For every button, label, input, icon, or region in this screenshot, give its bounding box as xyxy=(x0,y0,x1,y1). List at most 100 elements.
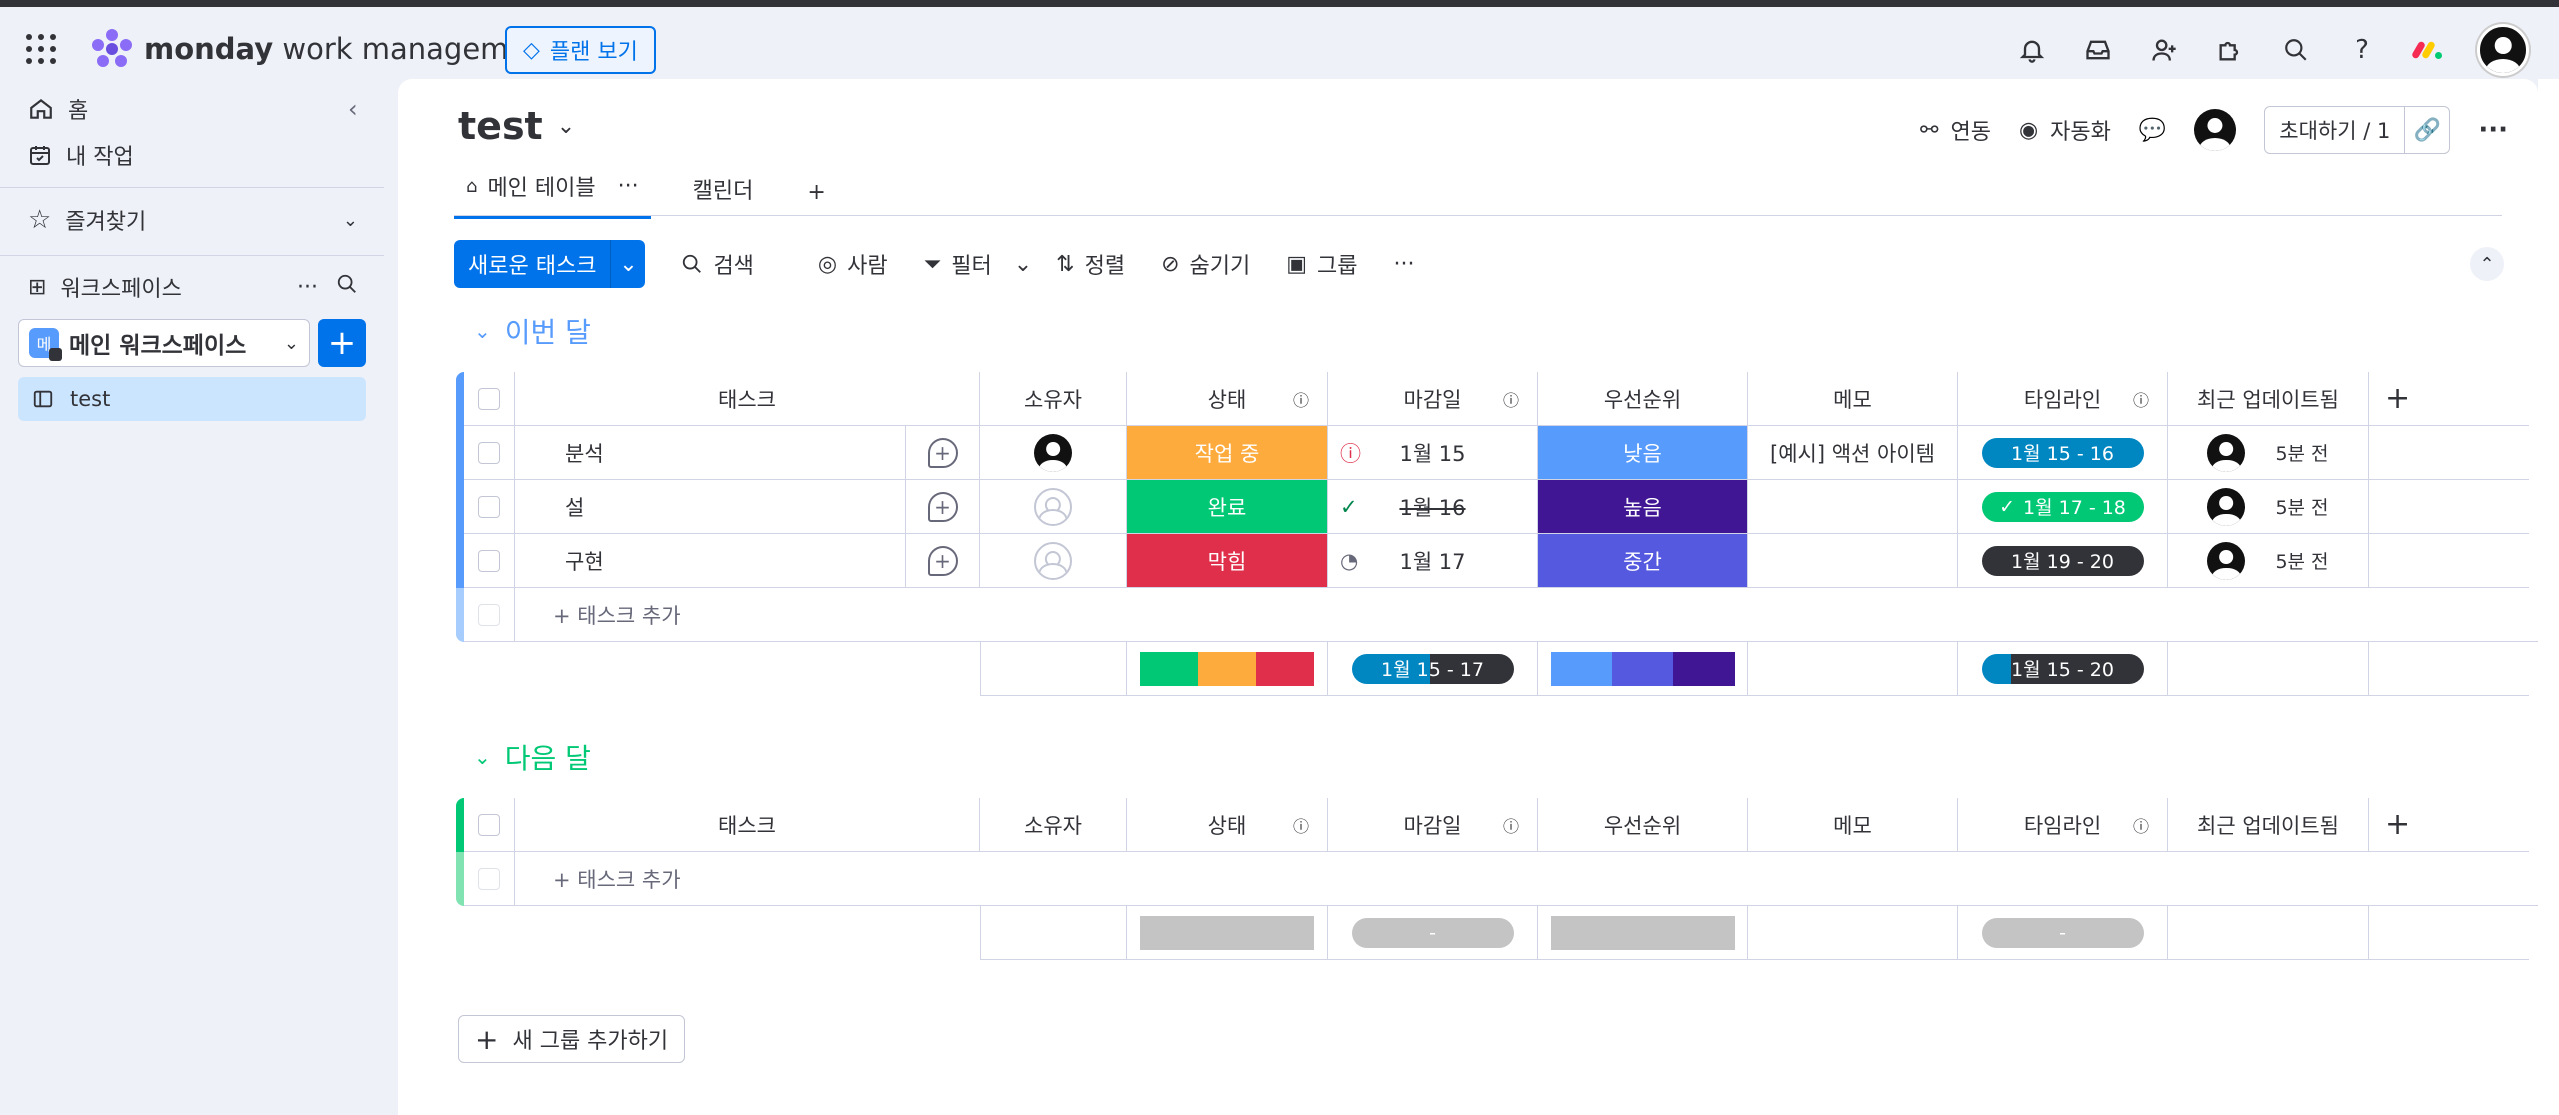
workspace-selector[interactable]: 메 메인 워크스페이스 ⌄ xyxy=(18,319,310,367)
column-header-priority[interactable]: 우선순위 xyxy=(1538,798,1748,852)
info-icon[interactable]: ⓘ xyxy=(1293,387,1309,411)
collapse-header-button[interactable]: ⌃ xyxy=(2470,247,2504,281)
monday-logo-icon[interactable] xyxy=(2410,33,2445,67)
info-icon[interactable]: ⓘ xyxy=(1503,387,1519,411)
add-view-button[interactable]: + xyxy=(795,180,837,219)
add-update-button[interactable]: + xyxy=(906,534,980,588)
column-header-owner[interactable]: 소유자 xyxy=(980,372,1127,426)
invite-button[interactable]: 초대하기 / 1 🔗 xyxy=(2264,106,2451,154)
owner-cell[interactable] xyxy=(980,534,1127,588)
due-summary[interactable]: - xyxy=(1328,906,1538,960)
add-task-row[interactable]: + 태스크 추가 xyxy=(456,852,2538,906)
timeline-cell[interactable]: ✓ 1월 17 - 18 xyxy=(1958,480,2168,534)
chevron-down-icon[interactable]: ⌄ xyxy=(474,319,491,343)
info-icon[interactable]: ⓘ xyxy=(2133,387,2149,411)
tab-main-table[interactable]: ⌂ 메인 테이블 ··· xyxy=(454,170,651,219)
row-checkbox[interactable] xyxy=(464,534,515,588)
add-workspace-item-button[interactable]: + xyxy=(318,319,366,367)
integrate-button[interactable]: ⚯ 연동 xyxy=(1920,114,1991,146)
apps-grid-icon[interactable] xyxy=(26,34,56,64)
priority-cell[interactable]: 중간 xyxy=(1538,534,1748,588)
group-title-this-month[interactable]: ⌄ 이번 달 xyxy=(474,311,591,351)
automate-button[interactable]: ◉ 자동화 xyxy=(2019,114,2111,146)
search-icon[interactable] xyxy=(336,273,358,301)
add-update-button[interactable]: + xyxy=(906,426,980,480)
group-by-button[interactable]: ▣ 그룹 xyxy=(1286,248,1357,280)
info-icon[interactable]: ⓘ xyxy=(1293,813,1309,837)
column-header-task[interactable]: 태스크 xyxy=(515,372,980,426)
status-summary[interactable] xyxy=(1127,642,1328,696)
row-checkbox[interactable] xyxy=(464,426,515,480)
filter-button[interactable]: ⏷ 필터 ⌄ xyxy=(924,248,1033,280)
board-title[interactable]: test ⌄ xyxy=(458,104,575,148)
sidebar-item-favorites[interactable]: ☆ 즐겨찾기 ⌄ xyxy=(28,204,358,236)
more-icon[interactable]: ··· xyxy=(618,174,639,199)
collapse-sidebar-icon[interactable]: ‹ xyxy=(348,95,358,123)
table-row[interactable]: 설 + 완료 ✓ 1월 16 높음 ✓ 1월 17 - 18 5분 전 xyxy=(456,480,2538,534)
board-owner-avatar[interactable] xyxy=(2194,109,2237,151)
bell-icon[interactable] xyxy=(2015,33,2049,67)
more-icon[interactable]: ··· xyxy=(1394,252,1415,277)
column-header-due[interactable]: 마감일 ⓘ xyxy=(1328,372,1538,426)
add-column-button[interactable]: + xyxy=(2369,798,2529,852)
add-task-input[interactable]: + 태스크 추가 xyxy=(515,588,2538,642)
sort-button[interactable]: ⇅ 정렬 xyxy=(1056,248,1125,280)
sidebar-item-my-work[interactable]: 내 작업 xyxy=(28,139,134,171)
timeline-summary[interactable]: - xyxy=(1958,906,2168,960)
row-checkbox[interactable] xyxy=(464,480,515,534)
due-date-cell[interactable]: ⓘ 1월 15 xyxy=(1328,426,1538,480)
column-header-due[interactable]: 마감일 ⓘ xyxy=(1328,798,1538,852)
apps-icon[interactable] xyxy=(2213,33,2247,67)
priority-summary[interactable] xyxy=(1538,906,1748,960)
column-header-timeline[interactable]: 타임라인 ⓘ xyxy=(1958,372,2168,426)
info-icon[interactable]: ⓘ xyxy=(2133,813,2149,837)
task-name[interactable]: 구현 xyxy=(515,534,906,588)
new-task-button[interactable]: 새로운 태스크 ⌄ xyxy=(454,240,646,288)
sidebar-item-board-test[interactable]: test xyxy=(18,377,366,421)
column-header-priority[interactable]: 우선순위 xyxy=(1538,372,1748,426)
column-header-memo[interactable]: 메모 xyxy=(1748,798,1958,852)
search-button[interactable]: 검색 xyxy=(681,248,754,280)
table-row[interactable]: 분석 + 작업 중 ⓘ 1월 15 낮음 [예시] 액션 아이템 1월 15 - … xyxy=(456,426,2538,480)
owner-cell[interactable] xyxy=(980,426,1127,480)
tab-calendar[interactable]: 캘린더 xyxy=(681,173,766,219)
status-summary[interactable] xyxy=(1127,906,1328,960)
more-icon[interactable]: ··· xyxy=(297,275,318,300)
table-row[interactable]: 구현 + 막힘 ◔ 1월 17 중간 1월 19 - 20 5분 전 xyxy=(456,534,2538,588)
timeline-cell[interactable]: 1월 15 - 16 xyxy=(1958,426,2168,480)
add-task-row[interactable]: + 태스크 추가 xyxy=(456,588,2538,642)
add-column-button[interactable]: + xyxy=(2369,372,2529,426)
hide-button[interactable]: ⊘ 숨기기 xyxy=(1161,248,1250,280)
column-header-memo[interactable]: 메모 xyxy=(1748,372,1958,426)
column-header-updated[interactable]: 최근 업데이트됨 xyxy=(2168,798,2369,852)
memo-cell[interactable]: [예시] 액션 아이템 xyxy=(1748,426,1958,480)
status-cell[interactable]: 완료 xyxy=(1127,480,1328,534)
due-date-cell[interactable]: ◔ 1월 17 xyxy=(1328,534,1538,588)
sidebar-item-home[interactable]: 홈 xyxy=(28,93,88,125)
invite-user-icon[interactable] xyxy=(2147,33,2181,67)
memo-cell[interactable] xyxy=(1748,480,1958,534)
column-header-owner[interactable]: 소유자 xyxy=(980,798,1127,852)
chevron-down-icon[interactable]: ⌄ xyxy=(611,240,645,288)
chevron-down-icon[interactable]: ⌄ xyxy=(474,745,491,769)
owner-cell[interactable] xyxy=(980,480,1127,534)
link-icon[interactable]: 🔗 xyxy=(2405,118,2449,143)
column-header-status[interactable]: 상태 ⓘ xyxy=(1127,372,1328,426)
inbox-icon[interactable] xyxy=(2081,33,2115,67)
column-header-status[interactable]: 상태 ⓘ xyxy=(1127,798,1328,852)
task-name[interactable]: 분석 xyxy=(515,426,906,480)
priority-cell[interactable]: 낮음 xyxy=(1538,426,1748,480)
timeline-cell[interactable]: 1월 19 - 20 xyxy=(1958,534,2168,588)
add-new-group-button[interactable]: + 새 그룹 추가하기 xyxy=(458,1015,686,1063)
scrollbar[interactable] xyxy=(2538,79,2559,1115)
due-date-cell[interactable]: ✓ 1월 16 xyxy=(1328,480,1538,534)
search-icon[interactable] xyxy=(2279,33,2313,67)
timeline-summary[interactable]: 1월 15 - 20 xyxy=(1958,642,2168,696)
updates-button[interactable]: 💬 xyxy=(2139,118,2166,143)
due-summary[interactable]: 1월 15 - 17 xyxy=(1328,642,1538,696)
info-icon[interactable]: ⓘ xyxy=(1503,813,1519,837)
status-cell[interactable]: 작업 중 xyxy=(1127,426,1328,480)
task-name[interactable]: 설 xyxy=(515,480,906,534)
add-update-button[interactable]: + xyxy=(906,480,980,534)
sidebar-item-workspaces[interactable]: ⊞ 워크스페이스 ··· xyxy=(28,271,358,303)
